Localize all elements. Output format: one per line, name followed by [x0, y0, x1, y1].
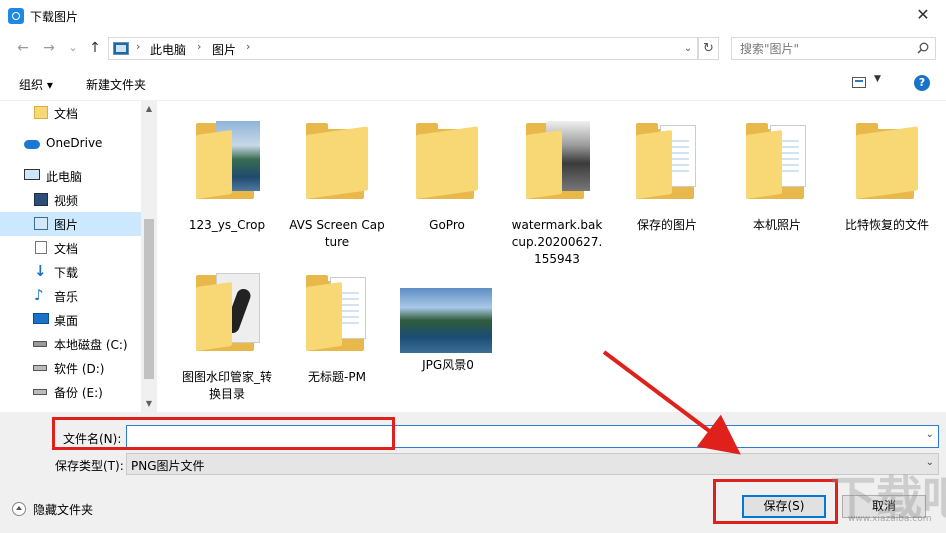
sidebar-item-label: 下载: [54, 266, 79, 280]
organize-menu[interactable]: 组织 ▾: [19, 76, 53, 93]
breadcrumb-separator[interactable]: ›: [246, 40, 250, 53]
folder-icon: [192, 267, 262, 357]
sidebar-item-label: 备份 (E:): [54, 386, 103, 400]
breadcrumb-separator[interactable]: ›: [136, 40, 140, 53]
file-name: GoPro: [429, 218, 465, 232]
annotation-box-save: [713, 479, 838, 524]
title-bar: 下载图片 ✕: [0, 0, 946, 31]
sidebar-item-drive-d[interactable]: 软件 (D:): [0, 356, 141, 380]
sidebar-item-label: OneDrive: [46, 136, 103, 150]
up-arrow-icon[interactable]: ↑: [86, 39, 104, 57]
sidebar-item-drive-e[interactable]: 备份 (E:): [0, 380, 141, 404]
folder-icon: [522, 115, 592, 205]
file-name: watermark.bakcup.20200627.155943: [511, 218, 603, 266]
sidebar-item-onedrive[interactable]: OneDrive: [0, 132, 141, 156]
filetype-label: 保存类型(T):: [55, 459, 124, 473]
sidebar-item-this-pc[interactable]: 此电脑: [0, 164, 141, 188]
folder-icon: [412, 115, 482, 205]
app-icon: [8, 8, 24, 24]
file-name: 图图水印管家_转换目录: [181, 370, 272, 401]
breadcrumb-separator[interactable]: ›: [197, 40, 201, 53]
desktop-icon: [33, 313, 49, 324]
window-title: 下载图片: [30, 10, 79, 24]
filetype-value: PNG图片文件: [131, 459, 205, 473]
sidebar-item-music[interactable]: ♪ 音乐: [0, 284, 141, 308]
sidebar-item-label: 视频: [54, 194, 79, 208]
address-bar[interactable]: › 此电脑 › 图片 › ⌄: [108, 37, 698, 60]
hide-folders-label: 隐藏文件夹: [33, 503, 94, 517]
file-name: AVS Screen Capture: [289, 218, 385, 249]
forward-arrow-icon[interactable]: →: [40, 39, 58, 57]
sidebar-item-downloads[interactable]: ↓ 下载: [0, 260, 141, 284]
sidebar-item-videos[interactable]: 视频: [0, 188, 141, 212]
search-icon[interactable]: [917, 42, 929, 54]
back-arrow-icon[interactable]: ←: [14, 39, 32, 57]
view-dropdown-icon[interactable]: ▼: [874, 74, 881, 84]
sidebar-item-label: 音乐: [54, 290, 79, 304]
drive-icon: [33, 389, 47, 395]
scrollbar-thumb[interactable]: [144, 219, 154, 379]
close-button[interactable]: ✕: [900, 0, 946, 31]
file-name: 比特恢复的文件: [844, 218, 929, 232]
folder-icon: [632, 115, 702, 205]
music-icon: ♪: [34, 286, 44, 304]
sidebar-item-documents[interactable]: 文档: [0, 236, 141, 260]
scroll-down-icon[interactable]: ▼: [141, 396, 157, 412]
folder-icon: [302, 267, 372, 357]
navigation-pane: 文档 OneDrive 此电脑 视频 图片 文档 ↓ 下载 ♪ 音乐 桌面 本地…: [0, 101, 157, 412]
file-name: 无标题-PM: [308, 370, 366, 384]
sidebar-item-label: 桌面: [54, 314, 79, 328]
new-folder-button[interactable]: 新建文件夹: [86, 76, 146, 93]
filename-dropdown-icon[interactable]: ⌄: [926, 429, 934, 440]
drive-c-icon: [33, 341, 47, 347]
search-box[interactable]: [731, 37, 936, 60]
address-history-chevron-icon[interactable]: ⌄: [679, 38, 697, 59]
sidebar-item-desktop[interactable]: 桌面: [0, 308, 141, 332]
toolbar: 组织 ▾ 新建文件夹 ▼ ?: [0, 65, 946, 101]
file-list: 123_ys_Crop AVS Screen Capture GoPro wat…: [157, 101, 946, 412]
sidebar-item-label: 软件 (D:): [54, 362, 105, 376]
computer-icon: [24, 169, 40, 180]
sidebar-item-pictures[interactable]: 图片: [0, 212, 141, 236]
video-icon: [34, 193, 48, 206]
breadcrumb-pictures[interactable]: 图片: [212, 41, 236, 58]
search-input[interactable]: [732, 38, 912, 59]
download-icon: ↓: [34, 262, 47, 280]
file-name: 本机照片: [752, 218, 801, 232]
annotation-box-filename: [52, 417, 395, 450]
folder-icon: [192, 115, 262, 205]
breadcrumb-this-pc[interactable]: 此电脑: [150, 41, 186, 58]
sidebar-item-drive-c[interactable]: 本地磁盘 (C:): [0, 332, 141, 356]
filetype-select[interactable]: PNG图片文件 ⌄: [126, 453, 939, 475]
recent-locations-chevron-icon[interactable]: ⌄: [64, 39, 82, 57]
help-icon[interactable]: ?: [914, 75, 930, 91]
drive-icon: [33, 365, 47, 371]
file-name: 123_ys_Crop: [188, 218, 266, 232]
navigation-bar: ← → ⌄ ↑ › 此电脑 › 图片 › ⌄ ↻: [0, 31, 946, 65]
scroll-up-icon[interactable]: ▲: [141, 101, 157, 117]
pictures-location-icon: [113, 42, 129, 55]
refresh-icon[interactable]: ↻: [698, 37, 719, 60]
sidebar-scrollbar[interactable]: ▲ ▼: [141, 101, 157, 412]
view-options-icon[interactable]: [852, 77, 866, 88]
sidebar-item-documents-quick[interactable]: 文档: [0, 101, 141, 125]
collapse-up-icon: [12, 502, 26, 516]
sidebar-item-label: 本地磁盘 (C:): [54, 338, 128, 352]
file-name: JPG风景0: [422, 358, 474, 372]
documents-icon: [35, 241, 47, 254]
onedrive-cloud-icon: [24, 140, 40, 149]
sidebar-item-label: 文档: [54, 107, 79, 121]
sidebar-item-label: 文档: [54, 242, 79, 256]
folder-icon: [852, 115, 922, 205]
folder-icon: [302, 115, 372, 205]
landscape-image-thumbnail: [400, 288, 492, 353]
sidebar-item-label: 图片: [54, 218, 79, 232]
watermark-url: www.xiazaiba.com: [848, 514, 932, 524]
pictures-icon: [34, 217, 48, 230]
file-name: 保存的图片: [636, 218, 697, 232]
document-folder-icon: [34, 106, 48, 119]
sidebar-item-label: 此电脑: [46, 170, 83, 184]
folder-icon: [742, 115, 812, 205]
